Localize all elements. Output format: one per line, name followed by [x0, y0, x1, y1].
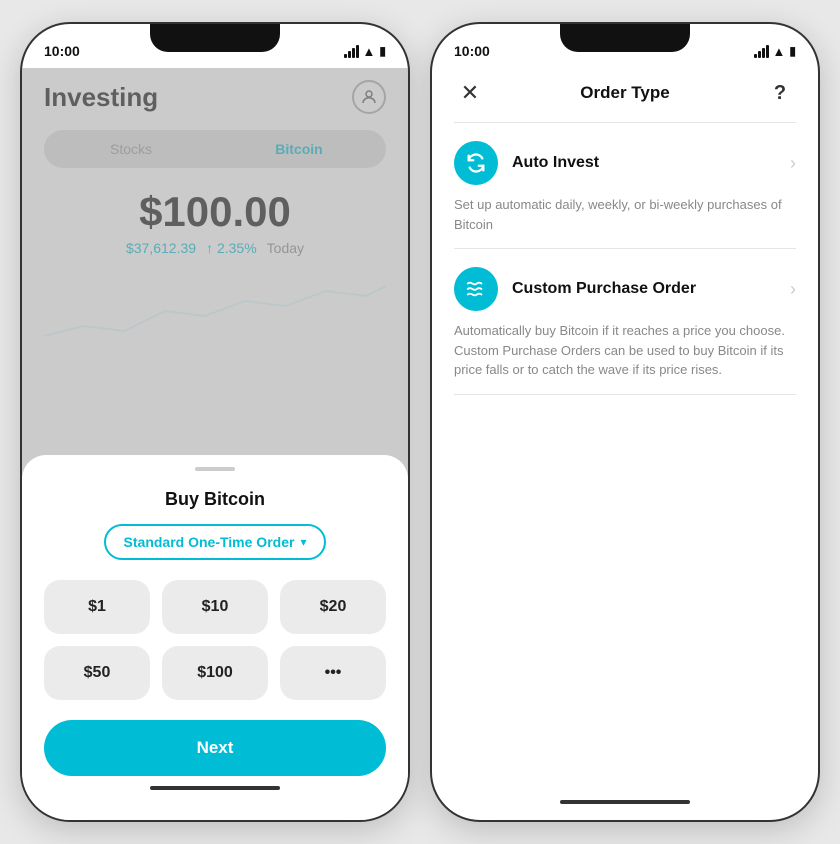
custom-order-option[interactable]: Custom Purchase Order › Automatically bu…: [432, 249, 818, 394]
notch-right: [560, 24, 690, 52]
home-indicator-left: [150, 786, 280, 790]
battery-icon-right: ▮: [789, 44, 796, 58]
signal-icon: [344, 45, 359, 58]
status-icons-right: ▲ ▮: [754, 44, 796, 59]
phone-investing: 10:00 ▲ ▮ Investing: [20, 22, 410, 822]
wifi-icon-right: ▲: [773, 44, 786, 59]
amount-20[interactable]: $20: [280, 580, 386, 634]
custom-order-chevron: ›: [790, 279, 796, 300]
wifi-icon: ▲: [363, 44, 376, 59]
amount-50[interactable]: $50: [44, 646, 150, 700]
close-button[interactable]: ✕: [454, 80, 486, 106]
auto-invest-left: Auto Invest: [454, 141, 599, 185]
order-type-screen-title: Order Type: [580, 83, 669, 103]
auto-invest-row: Auto Invest ›: [454, 141, 796, 185]
custom-order-name: Custom Purchase Order: [512, 280, 696, 298]
auto-invest-name: Auto Invest: [512, 154, 599, 172]
amount-10[interactable]: $10: [162, 580, 268, 634]
bottom-sheet: Buy Bitcoin Standard One-Time Order ▾ $1…: [22, 455, 408, 820]
status-icons-left: ▲ ▮: [344, 44, 386, 59]
auto-invest-chevron: ›: [790, 153, 796, 174]
time-left: 10:00: [44, 43, 80, 59]
custom-order-desc: Automatically buy Bitcoin if it reaches …: [454, 321, 796, 380]
amount-grid: $1 $10 $20 $50 $100 •••: [44, 580, 386, 700]
sheet-title: Buy Bitcoin: [44, 489, 386, 510]
order-type-label: Standard One-Time Order: [124, 534, 295, 550]
help-button[interactable]: ?: [764, 82, 796, 105]
phone2-content: ✕ Order Type ?: [432, 68, 818, 820]
time-right: 10:00: [454, 43, 490, 59]
sheet-handle: [195, 467, 235, 471]
battery-icon: ▮: [379, 44, 386, 58]
home-indicator-right: [560, 800, 690, 804]
phone1-content: Investing Stocks Bitcoin $100.00 $37,612…: [22, 68, 408, 820]
amount-more[interactable]: •••: [280, 646, 386, 700]
amount-1[interactable]: $1: [44, 580, 150, 634]
phone-order-type: 10:00 ▲ ▮ ✕ Order Type ?: [430, 22, 820, 822]
order-type-button[interactable]: Standard One-Time Order ▾: [104, 524, 327, 560]
phones-container: 10:00 ▲ ▮ Investing: [20, 22, 820, 822]
order-type-header: ✕ Order Type ?: [432, 68, 818, 122]
auto-invest-option[interactable]: Auto Invest › Set up automatic daily, we…: [432, 123, 818, 248]
custom-order-icon: [454, 267, 498, 311]
order-type-caret: ▾: [300, 535, 306, 549]
signal-icon-right: [754, 45, 769, 58]
custom-order-row: Custom Purchase Order ›: [454, 267, 796, 311]
auto-invest-icon: [454, 141, 498, 185]
auto-invest-desc: Set up automatic daily, weekly, or bi-we…: [454, 195, 796, 234]
notch: [150, 24, 280, 52]
custom-order-left: Custom Purchase Order: [454, 267, 696, 311]
amount-100[interactable]: $100: [162, 646, 268, 700]
next-button[interactable]: Next: [44, 720, 386, 776]
